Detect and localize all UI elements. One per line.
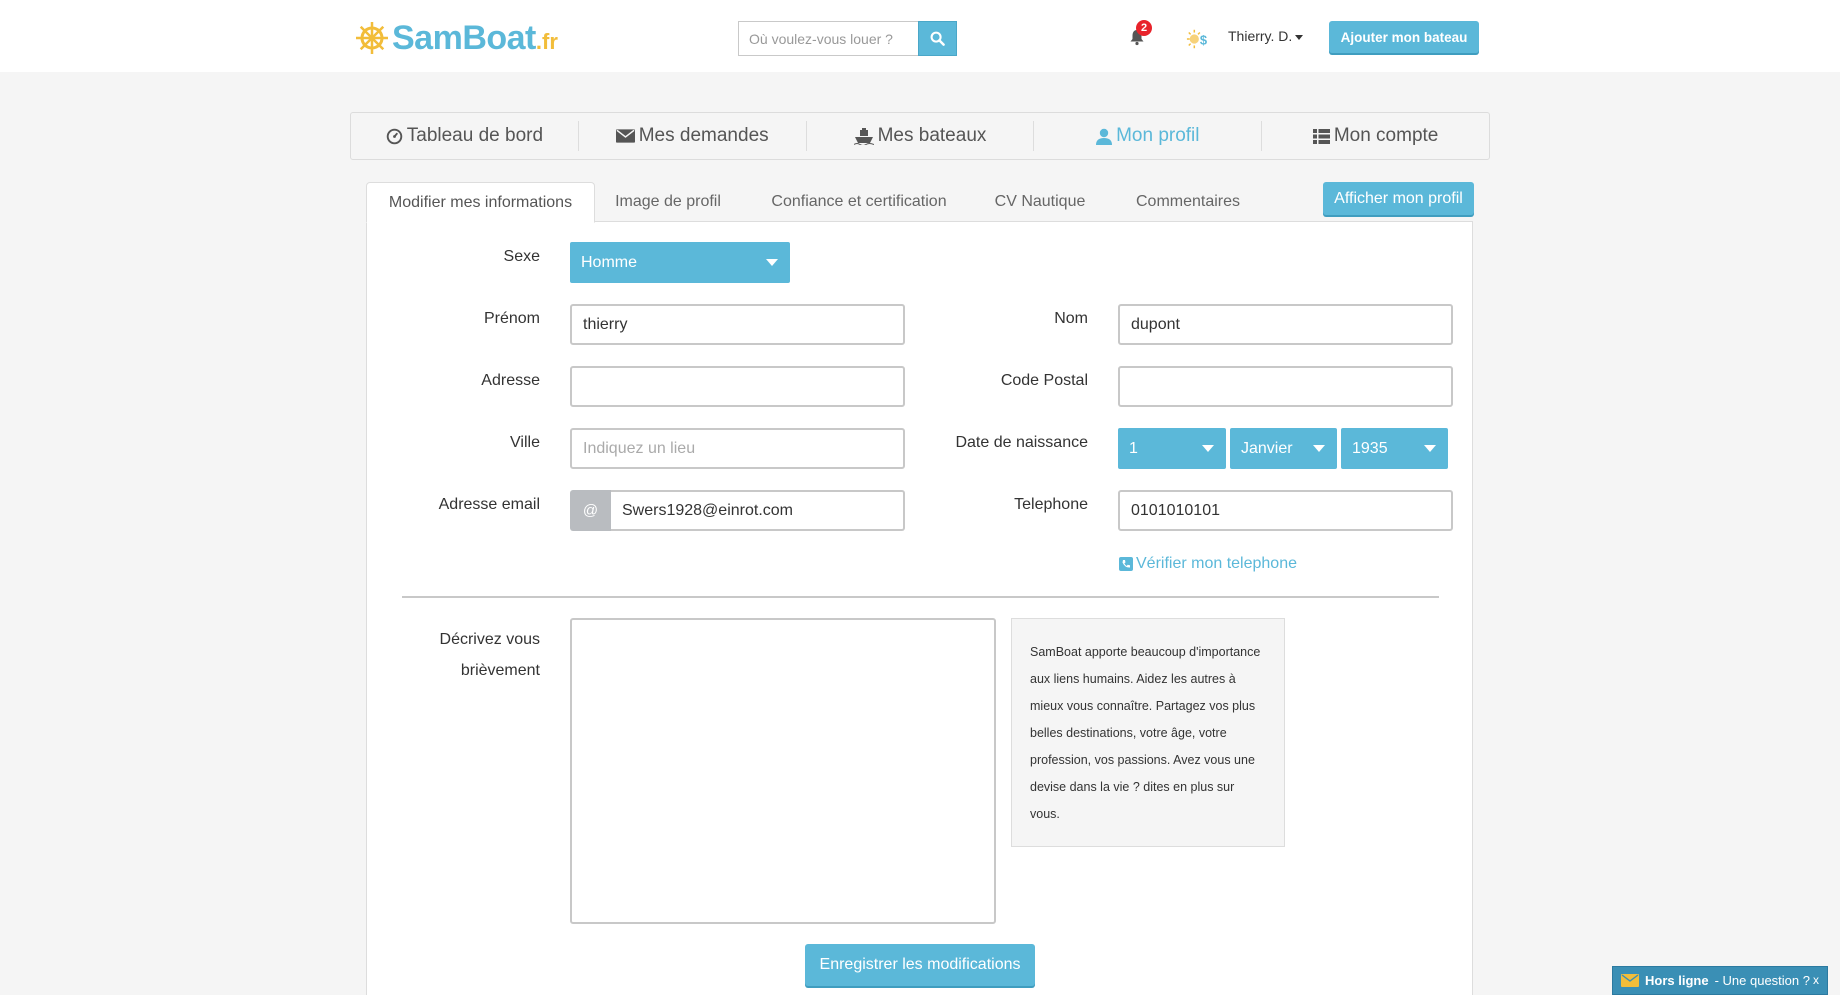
sexe-value: Homme <box>581 253 638 271</box>
birth-year-value: 1935 <box>1352 439 1388 457</box>
at-sign-icon: @ <box>570 490 611 531</box>
code-postal-label: Code Postal <box>1000 372 1088 389</box>
samboat-logo[interactable]: SamBoat .fr <box>354 18 558 58</box>
telephone-input[interactable] <box>1118 490 1453 531</box>
nav-item-mon-profil[interactable]: Mon profil <box>1034 121 1263 151</box>
birth-month-select[interactable]: Janvier <box>1230 428 1337 469</box>
sexe-select[interactable]: Homme <box>570 242 790 283</box>
nav-item-label: Mon compte <box>1333 125 1439 146</box>
adresse-input[interactable] <box>570 366 905 407</box>
ship-wheel-icon <box>356 22 388 54</box>
description-help-box: SamBoat apporte beaucoup d'importance au… <box>1011 618 1285 847</box>
main-nav: Tableau de bord Mes demandes Mes bateaux… <box>350 112 1490 160</box>
envelope-icon <box>615 129 635 143</box>
verify-phone-link[interactable]: Vérifier mon telephone <box>1119 555 1297 573</box>
logo-brand-text: SamBoat <box>392 18 536 57</box>
nom-input[interactable] <box>1118 304 1453 345</box>
sun-coin-icon[interactable]: $ <box>1186 27 1210 51</box>
tab-image-de-profil[interactable]: Image de profil <box>608 182 728 222</box>
email-field[interactable] <box>611 490 905 531</box>
search-bar <box>738 21 957 56</box>
profile-tabs: Modifier mes informations Image de profi… <box>366 182 1473 223</box>
chat-status: Hors ligne <box>1645 973 1709 988</box>
email-label: Adresse email <box>438 496 540 513</box>
dropdown-arrow-icon <box>1202 445 1214 452</box>
birth-day-select[interactable]: 1 <box>1118 428 1226 469</box>
top-header: SamBoat .fr 2 $ Thierry. D. Ajouter mon … <box>0 0 1840 72</box>
phone-icon <box>1119 557 1133 571</box>
code-postal-input[interactable] <box>1118 366 1453 407</box>
chat-envelope-icon <box>1621 974 1639 987</box>
svg-text:$: $ <box>1200 33 1207 48</box>
nav-item-label: Tableau de bord <box>406 125 544 146</box>
telephone-label: Telephone <box>1014 496 1088 513</box>
search-button[interactable] <box>918 21 957 56</box>
user-name: Thierry. D. <box>1228 28 1293 44</box>
verify-phone-label: Vérifier mon telephone <box>1136 555 1297 572</box>
logo-tld-text: .fr <box>535 29 558 54</box>
user-menu[interactable]: Thierry. D. <box>1228 28 1304 44</box>
close-icon[interactable]: x <box>1813 973 1819 987</box>
nav-item-mes-bateaux[interactable]: Mes bateaux <box>807 121 1035 151</box>
form-divider <box>402 596 1439 598</box>
nav-item-label: Mes bateaux <box>877 125 987 146</box>
dropdown-arrow-icon <box>1424 445 1436 452</box>
date-naissance-label: Date de naissance <box>955 434 1088 451</box>
show-profile-button[interactable]: Afficher mon profil <box>1323 182 1474 215</box>
notification-badge: 2 <box>1136 20 1152 36</box>
dropdown-arrow-icon <box>766 259 778 266</box>
tab-cv-nautique[interactable]: CV Nautique <box>985 182 1095 222</box>
nav-item-tableau-de-bord[interactable]: Tableau de bord <box>351 121 579 151</box>
birth-month-value: Janvier <box>1241 439 1293 457</box>
caret-down-icon <box>1295 34 1304 40</box>
chat-question: - Une question ? <box>1714 973 1810 988</box>
adresse-label: Adresse <box>481 372 540 389</box>
nav-item-label: Mes demandes <box>638 125 769 146</box>
tab-confiance-et-certification[interactable]: Confiance et certification <box>759 182 959 222</box>
dashboard-icon <box>386 128 402 144</box>
sexe-label: Sexe <box>503 248 540 265</box>
tab-commentaires[interactable]: Commentaires <box>1123 182 1253 222</box>
search-icon <box>930 31 945 46</box>
describe-label: Décrivez vous brièvement <box>400 624 540 686</box>
boat-icon <box>853 127 874 145</box>
tab-modifier-mes-informations[interactable]: Modifier mes informations <box>366 182 595 223</box>
birth-day-value: 1 <box>1129 439 1138 457</box>
describe-label-line-2: brièvement <box>460 662 540 679</box>
ville-input[interactable] <box>570 428 905 469</box>
chat-widget[interactable]: Hors ligne - Une question ? x <box>1612 966 1828 995</box>
ville-label: Ville <box>510 434 540 451</box>
describe-label-line-1: Décrivez vous <box>439 631 540 648</box>
notifications-button[interactable]: 2 <box>1128 20 1152 48</box>
birth-year-select[interactable]: 1935 <box>1341 428 1448 469</box>
prenom-input[interactable] <box>570 304 905 345</box>
search-input[interactable] <box>738 21 918 56</box>
add-boat-button[interactable]: Ajouter mon bateau <box>1329 21 1479 53</box>
description-textarea[interactable] <box>570 618 996 924</box>
nav-item-mon-compte[interactable]: Mon compte <box>1262 121 1489 151</box>
dropdown-arrow-icon <box>1313 445 1325 452</box>
nom-label: Nom <box>1054 310 1088 327</box>
save-changes-button[interactable]: Enregistrer les modifications <box>805 944 1035 986</box>
user-icon <box>1096 128 1113 145</box>
email-field-group: @ <box>570 490 905 531</box>
prenom-label: Prénom <box>483 310 540 327</box>
nav-item-label: Mon profil <box>1116 125 1200 146</box>
nav-item-mes-demandes[interactable]: Mes demandes <box>579 121 807 151</box>
list-icon <box>1312 128 1330 144</box>
